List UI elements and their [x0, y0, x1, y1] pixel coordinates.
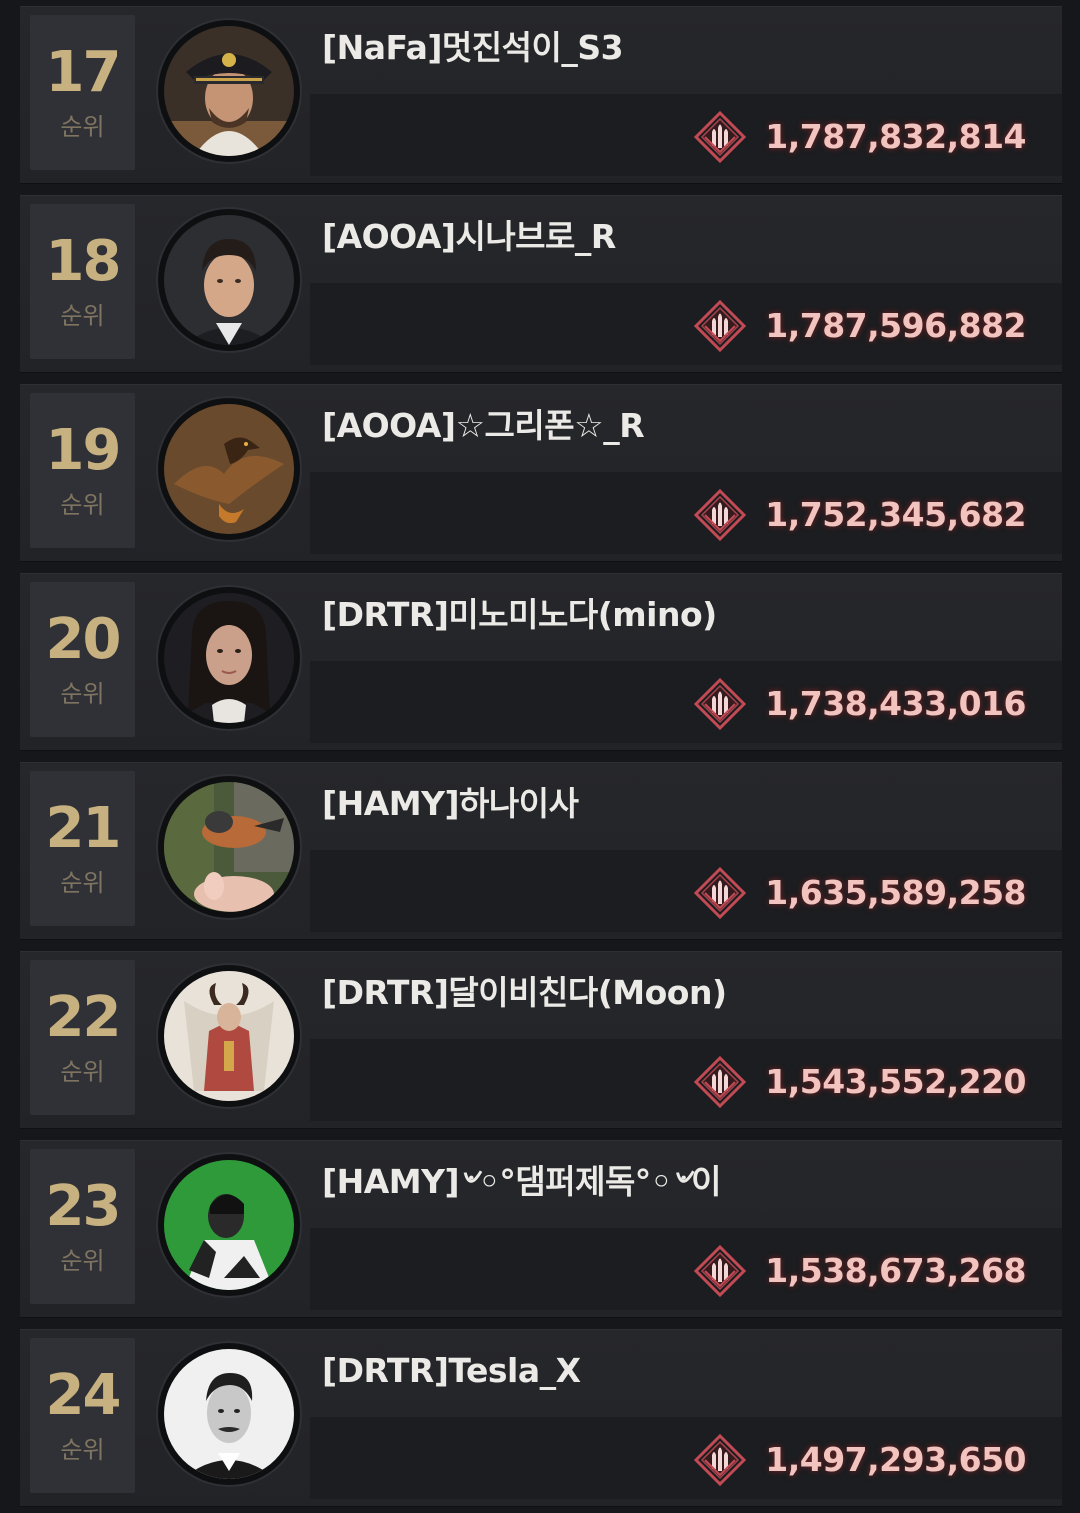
score-group: 1,635,589,258	[693, 866, 1026, 920]
ranking-row[interactable]: 23 순위 [HAMY]৺◦°댐퍼제독°◦৺이 1,538,673,268	[20, 1140, 1062, 1318]
score-group: 1,752,345,682	[693, 488, 1026, 542]
player-name[interactable]: [DRTR]미노미노다(mino)	[322, 595, 717, 635]
rank-number: 19	[45, 418, 122, 483]
player-avatar[interactable]	[158, 209, 300, 351]
eagle-avatar-icon	[164, 404, 294, 534]
score-group: 1,787,596,882	[693, 299, 1026, 353]
rank-unit-label: 순위	[60, 1436, 105, 1464]
player-avatar[interactable]	[158, 587, 300, 729]
rank-number: 20	[45, 607, 122, 672]
player-avatar[interactable]	[158, 398, 300, 540]
rank-unit-label: 순위	[60, 1247, 105, 1275]
rank-number: 21	[45, 796, 122, 861]
player-score: 1,752,345,682	[765, 495, 1026, 534]
horned-figure-avatar-icon	[164, 971, 294, 1101]
ranking-row[interactable]: 17 순위 [NaFa]멋진석이_S3 1,787,832,814	[20, 6, 1062, 184]
rank-number: 23	[45, 1174, 122, 1239]
player-avatar[interactable]	[158, 776, 300, 918]
player-score: 1,738,433,016	[765, 684, 1026, 723]
player-score: 1,787,832,814	[765, 117, 1026, 156]
rank-number: 24	[45, 1363, 122, 1428]
rank-unit-label: 순위	[60, 302, 105, 330]
player-name[interactable]: [AOOA]☆그리폰☆_R	[322, 406, 645, 446]
rank-unit-label: 순위	[60, 869, 105, 897]
score-group: 1,787,832,814	[693, 110, 1026, 164]
player-avatar[interactable]	[158, 965, 300, 1107]
ranking-list: 17 순위 [NaFa]멋진석이_S3 1,787,832,814 18 순위 [AOOA]…	[0, 0, 1080, 1513]
player-score: 1,543,552,220	[765, 1062, 1026, 1101]
rank-unit-label: 순위	[60, 491, 105, 519]
rank-number: 18	[45, 229, 122, 294]
ranking-row[interactable]: 20 순위 [DRTR]미노미노다(mino) 1,738,433,016	[20, 573, 1062, 751]
player-score: 1,538,673,268	[765, 1251, 1026, 1290]
ammo-icon	[694, 1244, 747, 1298]
score-group: 1,543,552,220	[693, 1055, 1026, 1109]
ammo-icon	[694, 110, 747, 164]
player-score: 1,497,293,650	[765, 1440, 1026, 1479]
ranking-row[interactable]: 18 순위 [AOOA]시나브로_R 1,787,596,882	[20, 195, 1062, 373]
player-name[interactable]: [DRTR]달이비친다(Moon)	[322, 973, 727, 1013]
ranking-row[interactable]: 24 순위 [DRTR]Tesla_X 1,497,293,650	[20, 1329, 1062, 1507]
rank-badge: 24 순위	[30, 1338, 135, 1493]
ranking-row[interactable]: 21 순위 [HAMY]하나이사 1,635,589,258	[20, 762, 1062, 940]
rank-unit-label: 순위	[60, 113, 105, 141]
rank-badge: 18 순위	[30, 204, 135, 359]
player-avatar[interactable]	[158, 20, 300, 162]
player-score: 1,635,589,258	[765, 873, 1026, 912]
man-on-green-avatar-icon	[164, 1160, 294, 1290]
ammo-icon	[694, 299, 747, 353]
ammo-icon	[694, 1055, 747, 1109]
score-group: 1,738,433,016	[693, 677, 1026, 731]
ammo-icon	[694, 677, 747, 731]
rank-unit-label: 순위	[60, 1058, 105, 1086]
rank-badge: 17 순위	[30, 15, 135, 170]
rank-badge: 21 순위	[30, 771, 135, 926]
player-name[interactable]: [HAMY]৺◦°댐퍼제독°◦৺이	[322, 1162, 721, 1202]
woman-portrait-avatar-icon	[164, 593, 294, 723]
man-in-suit-avatar-icon	[164, 215, 294, 345]
ammo-icon	[694, 866, 747, 920]
player-score: 1,787,596,882	[765, 306, 1026, 345]
naval-officer-avatar-icon	[164, 26, 294, 156]
rank-badge: 19 순위	[30, 393, 135, 548]
rank-badge: 20 순위	[30, 582, 135, 737]
bw-portrait-avatar-icon	[164, 1349, 294, 1479]
player-name[interactable]: [NaFa]멋진석이_S3	[322, 28, 624, 68]
ranking-row[interactable]: 19 순위 [AOOA]☆그리폰☆_R 1,752,345,682	[20, 384, 1062, 562]
rank-number: 22	[45, 985, 122, 1050]
rank-badge: 22 순위	[30, 960, 135, 1115]
player-name[interactable]: [DRTR]Tesla_X	[322, 1351, 581, 1391]
rank-unit-label: 순위	[60, 680, 105, 708]
player-name[interactable]: [HAMY]하나이사	[322, 784, 579, 824]
score-group: 1,538,673,268	[693, 1244, 1026, 1298]
ranking-row[interactable]: 22 순위 [DRTR]달이비친다(Moon) 1,543,552,220	[20, 951, 1062, 1129]
rank-badge: 23 순위	[30, 1149, 135, 1304]
player-avatar[interactable]	[158, 1154, 300, 1296]
ammo-icon	[694, 1433, 747, 1487]
rank-number: 17	[45, 40, 122, 105]
bird-on-hand-avatar-icon	[164, 782, 294, 912]
score-group: 1,497,293,650	[693, 1433, 1026, 1487]
ammo-icon	[694, 488, 747, 542]
player-avatar[interactable]	[158, 1343, 300, 1485]
player-name[interactable]: [AOOA]시나브로_R	[322, 217, 616, 257]
